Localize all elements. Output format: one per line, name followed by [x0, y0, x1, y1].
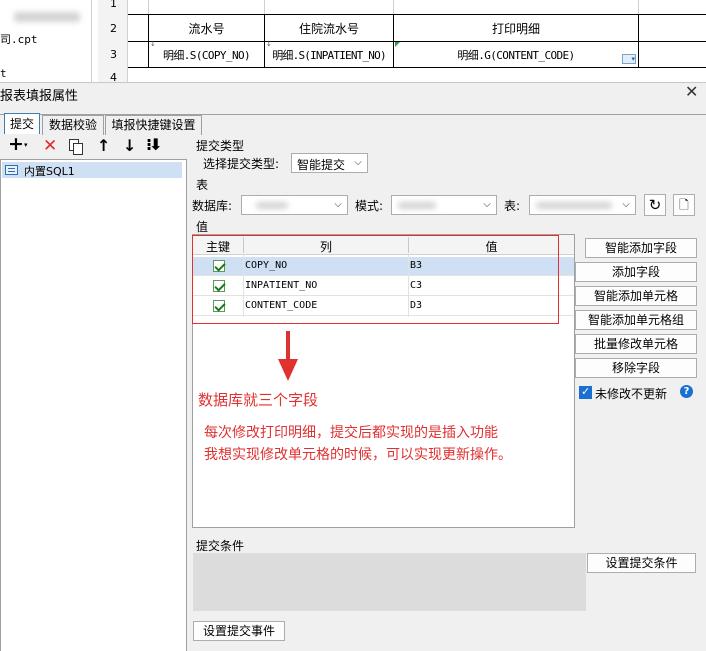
- database-select[interactable]: ⌵: [241, 195, 348, 215]
- left-file-panel: 司.cpt t: [0, 0, 92, 82]
- tab-label: 填报快捷键设置: [111, 118, 196, 132]
- tab-label: 数据校验: [48, 118, 97, 132]
- chevron-down-icon: ⌵: [483, 199, 491, 210]
- cell-dropdown-icon[interactable]: ▾: [622, 54, 636, 64]
- blurred-schema: [398, 202, 436, 209]
- add-field-button[interactable]: 添加字段: [575, 262, 697, 282]
- close-icon[interactable]: ✕: [685, 82, 698, 101]
- file-fragment: 司.cpt: [0, 33, 38, 46]
- preview-icon: 🗋: [679, 198, 689, 212]
- blurred-database: [256, 202, 288, 209]
- row-number: 2: [110, 22, 117, 35]
- copy-icon[interactable]: [69, 139, 83, 155]
- set-condition-button[interactable]: 设置提交条件: [587, 553, 696, 573]
- refresh-icon: ↻: [648, 196, 662, 214]
- cell-inpatient-no[interactable]: 明细.S(INPATIENT_NO): [265, 47, 393, 63]
- move-down-icon[interactable]: ↓: [123, 136, 136, 155]
- sql-icon: [5, 165, 18, 175]
- cell-content-code[interactable]: 明细.G(CONTENT_CODE): [394, 47, 638, 63]
- toolbar: + ▾ ✕ ↑ ↓ ⁝⬇: [0, 133, 187, 159]
- value-section: 值: [196, 220, 209, 234]
- cell-marker-icon: [395, 42, 400, 47]
- annotation-text: 每次修改打印明细，提交后都实现的是插入功能: [204, 425, 498, 441]
- blurred-filename: [14, 12, 80, 22]
- help-icon[interactable]: ?: [680, 385, 693, 398]
- set-event-button[interactable]: 设置提交事件: [193, 621, 285, 641]
- dialog-title: 报表填报属性: [0, 89, 79, 104]
- submit-type-label: 选择提交类型:: [203, 157, 280, 171]
- tab-label: 提交: [9, 117, 34, 131]
- annotation-highlight-box: [192, 235, 559, 324]
- submit-type-select[interactable]: 智能提交 ⌵: [291, 153, 368, 173]
- file-fragment: t: [0, 67, 7, 80]
- blurred-table: [536, 202, 612, 209]
- batch-edit-cells-button[interactable]: 批量修改单元格: [575, 334, 697, 354]
- cell-header-serial[interactable]: 流水号: [149, 20, 264, 37]
- settings-panel: 提交类型 选择提交类型: 智能提交 ⌵ 表 数据库: ⌵ 模式: ⌵ 表: ⌵ …: [190, 135, 706, 651]
- delete-icon[interactable]: ✕: [43, 136, 57, 156]
- add-dropdown-icon[interactable]: ▾: [24, 141, 28, 149]
- spreadsheet-area: 司.cpt t 1 2 3 4 流水号 住院流水号 打印明细 明细.S(COPY…: [0, 0, 706, 84]
- chevron-down-icon: ⌵: [622, 199, 630, 210]
- tree-item-label: 内置SQL1: [24, 165, 75, 178]
- expand-down-icon: ↓: [266, 40, 272, 48]
- refresh-button[interactable]: ↻: [644, 194, 666, 216]
- annotation-text: 我想实现修改单元格的时候，可以实现更新操作。: [204, 447, 512, 463]
- row-header-column: 1 2 3 4: [98, 0, 128, 84]
- cell-header-inpatient[interactable]: 住院流水号: [265, 20, 393, 37]
- tree-item[interactable]: 内置SQL1: [2, 162, 182, 178]
- row-number: 1: [110, 0, 117, 10]
- schema-select[interactable]: ⌵: [391, 195, 497, 215]
- db-label: 数据库:: [192, 199, 233, 213]
- dialog-window: 报表填报属性 ✕ 提交 数据校验 填报快捷键设置 + ▾ ✕ ↑ ↓ ⁝⬇ 内置…: [0, 82, 706, 651]
- annotation-text: 数据库就三个字段: [198, 391, 319, 409]
- table-label: 表:: [504, 199, 521, 213]
- tab-submit[interactable]: 提交: [4, 113, 40, 134]
- submit-type-value: 智能提交: [297, 158, 346, 172]
- add-icon[interactable]: +: [8, 133, 24, 155]
- condition-area: [193, 553, 586, 611]
- tab-data-validation[interactable]: 数据校验: [42, 115, 104, 135]
- no-update-label: 未修改不更新: [595, 387, 668, 401]
- row-number: 3: [110, 48, 117, 61]
- smart-add-field-button[interactable]: 智能添加字段: [585, 238, 697, 258]
- smart-add-cell-button[interactable]: 智能添加单元格: [575, 286, 697, 306]
- smart-add-cell-group-button[interactable]: 智能添加单元格组: [575, 310, 697, 330]
- remove-field-button[interactable]: 移除字段: [575, 358, 697, 378]
- move-bottom-icon[interactable]: ⁝⬇: [146, 135, 163, 154]
- no-update-checkbox[interactable]: ✓: [579, 385, 592, 399]
- move-up-icon[interactable]: ↑: [97, 136, 110, 155]
- expand-down-icon: ↓: [150, 40, 156, 48]
- tab-shortcut-settings[interactable]: 填报快捷键设置: [105, 115, 202, 135]
- table-section: 表: [196, 178, 209, 192]
- tree-panel: 内置SQL1: [0, 159, 187, 651]
- chevron-down-icon: ⌵: [354, 157, 362, 168]
- mode-label: 模式:: [355, 199, 384, 213]
- condition-section: 提交条件: [196, 539, 245, 553]
- chevron-down-icon: ⌵: [334, 199, 342, 210]
- table-select[interactable]: ⌵: [529, 195, 636, 215]
- cell-copy-no[interactable]: 明细.S(COPY_NO): [149, 47, 264, 63]
- submit-type-section: 提交类型: [196, 139, 245, 153]
- check-icon: ✓: [581, 385, 591, 398]
- cell-header-print-detail[interactable]: 打印明细: [394, 20, 638, 37]
- preview-button[interactable]: 🗋: [673, 194, 695, 216]
- annotation-arrow-icon: [278, 331, 298, 381]
